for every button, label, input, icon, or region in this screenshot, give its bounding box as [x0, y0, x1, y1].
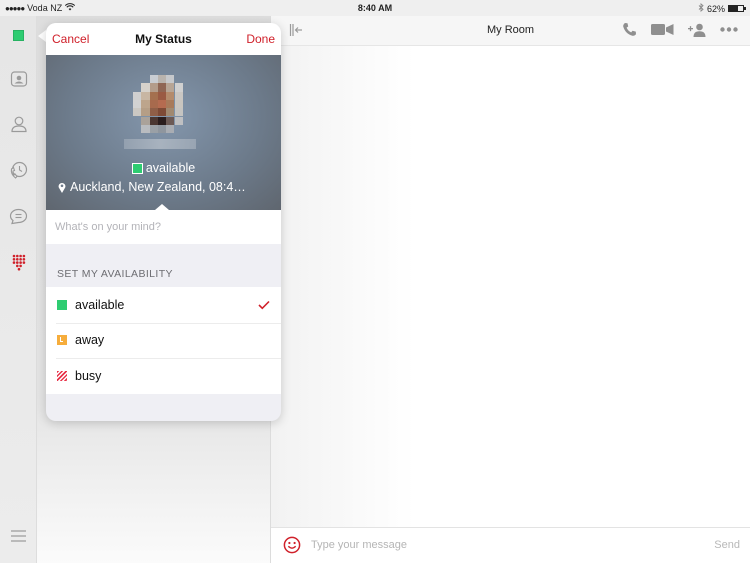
popover-pointer	[38, 30, 46, 42]
rail-item-my-status[interactable]	[0, 20, 37, 50]
message-input[interactable]	[311, 536, 691, 554]
add-person-icon	[688, 23, 706, 37]
my-status-popover: Cancel My Status Done available Auckland…	[46, 23, 281, 421]
emoji-button[interactable]	[283, 536, 301, 559]
rail-item-contacts[interactable]	[0, 64, 37, 94]
availability-options: available away busy	[46, 287, 281, 394]
rail-item-call-history[interactable]	[0, 155, 37, 185]
navigation-rail	[0, 16, 37, 563]
send-button[interactable]: Send	[714, 539, 740, 551]
popover-nav-bar: Cancel My Status Done	[46, 23, 281, 55]
chat-area: My Room Send	[271, 16, 750, 563]
rail-item-people[interactable]	[0, 109, 37, 139]
option-label: away	[75, 333, 105, 348]
location-line: Auckland, New Zealand, 08:4…	[58, 180, 246, 194]
phone-clock-icon	[10, 161, 28, 179]
status-indicator-icon	[13, 29, 24, 41]
chat-actions	[622, 22, 738, 37]
hamburger-menu-icon	[11, 530, 26, 542]
whats-on-your-mind-input[interactable]	[55, 219, 270, 235]
location-text: Auckland, New Zealand, 08:4…	[70, 180, 246, 194]
current-status: available	[46, 161, 281, 175]
smiley-icon	[283, 536, 301, 554]
current-status-text: available	[145, 161, 196, 175]
user-name-redacted	[124, 139, 196, 149]
battery-percent: 62%	[706, 3, 725, 14]
mind-field	[46, 210, 281, 244]
option-label: busy	[75, 368, 102, 383]
clock: 8:40 AM	[357, 3, 393, 13]
person-icon	[10, 116, 27, 133]
battery-icon	[728, 5, 746, 12]
availability-option-away[interactable]: away	[46, 322, 281, 359]
checkmark-icon	[258, 297, 270, 315]
availability-section-header: SET MY AVAILABILITY	[57, 268, 173, 280]
more-options-button[interactable]	[720, 27, 738, 32]
bluetooth-icon	[698, 3, 704, 14]
message-composer: Send	[271, 527, 750, 563]
rail-item-chats[interactable]	[0, 201, 37, 231]
away-status-icon	[57, 335, 67, 346]
dialpad-icon	[12, 254, 25, 270]
busy-status-icon	[57, 370, 67, 381]
available-status-icon	[57, 299, 67, 310]
phone-icon	[623, 23, 636, 36]
chat-bubble-icon	[9, 208, 28, 224]
menu-button[interactable]	[11, 529, 26, 547]
done-button[interactable]: Done	[246, 32, 275, 46]
add-participant-button[interactable]	[688, 23, 706, 37]
call-button[interactable]	[622, 22, 637, 37]
video-camera-icon	[651, 24, 674, 35]
contact-card-icon	[10, 71, 27, 87]
rail-item-dialpad[interactable]	[0, 247, 37, 277]
option-label: available	[75, 297, 125, 312]
availability-option-busy[interactable]: busy	[46, 358, 281, 394]
video-call-button[interactable]	[651, 23, 674, 36]
avatar[interactable]	[133, 75, 183, 134]
more-dots-icon	[720, 27, 738, 32]
system-indicators: 62%	[698, 3, 746, 14]
chat-header: My Room	[271, 16, 750, 46]
availability-option-available[interactable]: available	[46, 287, 281, 323]
available-status-icon	[131, 162, 143, 174]
location-pin-icon	[58, 182, 66, 193]
ios-status-bar: ●●●●● Voda NZ 8:40 AM 62%	[0, 0, 750, 16]
profile-header: available Auckland, New Zealand, 08:4…	[46, 55, 281, 210]
